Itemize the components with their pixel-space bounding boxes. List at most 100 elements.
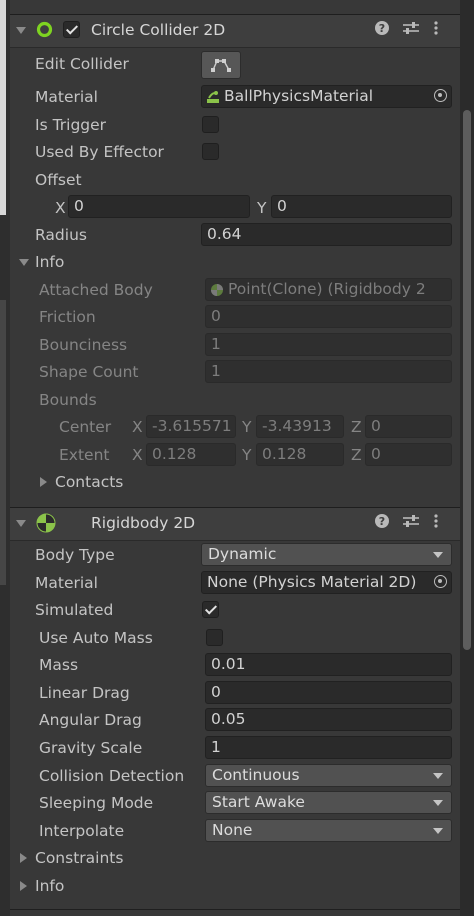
edit-collider-label: Edit Collider <box>35 55 129 73</box>
offset-label: Offset <box>35 171 82 189</box>
constraints-foldout-label[interactable]: Constraints <box>35 848 123 868</box>
extent-y-field: 0.128 <box>256 443 344 466</box>
center-y-field: -3.43913 <box>256 415 344 438</box>
physics-material-icon <box>207 91 219 103</box>
sleeping-mode-dropdown[interactable]: Start Awake <box>205 791 452 814</box>
bounds-label: Bounds <box>39 391 97 409</box>
edit-collider-button[interactable] <box>201 51 241 79</box>
circle-collider-header[interactable]: Circle Collider 2D ? <box>10 14 460 48</box>
center-y-label: Y <box>242 418 252 436</box>
angular-drag-label: Angular Drag <box>39 711 142 729</box>
dropdown-arrow-icon <box>433 800 443 806</box>
circle-collider-icon <box>36 21 53 38</box>
linear-drag-field[interactable]: 0 <box>205 681 452 704</box>
help-icon[interactable]: ? <box>374 513 390 534</box>
rigidbody-header[interactable]: Rigidbody 2D ? <box>10 507 460 541</box>
friction-label: Friction <box>39 308 96 326</box>
dropdown-arrow-icon <box>433 828 443 834</box>
radius-label: Radius <box>35 226 87 244</box>
dropdown-arrow-icon <box>433 552 443 558</box>
interpolate-value: None <box>212 821 253 839</box>
mass-field[interactable]: 0.01 <box>205 653 452 676</box>
extent-x-label: X <box>132 446 143 464</box>
offset-y-label: Y <box>257 199 267 217</box>
edit-collider-icon <box>211 59 231 72</box>
gravity-scale-field[interactable]: 1 <box>205 736 452 759</box>
collision-detection-value: Continuous <box>212 766 300 784</box>
simulated-checkbox[interactable] <box>202 601 219 618</box>
center-x-label: X <box>132 418 143 436</box>
preset-sliders-icon[interactable] <box>402 513 420 534</box>
object-picker-icon[interactable] <box>434 89 447 102</box>
is-trigger-label: Is Trigger <box>35 116 107 134</box>
info-foldout-arrow-icon[interactable] <box>19 259 29 266</box>
extent-label: Extent <box>59 446 110 464</box>
extent-y-label: Y <box>242 446 252 464</box>
object-picker-icon[interactable] <box>434 575 447 588</box>
is-trigger-checkbox[interactable] <box>202 116 219 133</box>
attached-body-label: Attached Body <box>39 281 153 299</box>
context-menu-icon[interactable] <box>433 20 439 41</box>
left-dock-edge-dark <box>0 300 6 585</box>
sleeping-mode-value: Start Awake <box>212 793 305 811</box>
context-menu-icon[interactable] <box>433 513 439 534</box>
component-enabled-checkbox[interactable] <box>63 21 80 38</box>
attached-body-field: Point(Clone) (Rigidbody 2 <box>205 278 452 301</box>
rb-info-foldout-arrow-icon[interactable] <box>20 881 27 891</box>
contacts-foldout-label[interactable]: Contacts <box>55 472 123 492</box>
sleeping-mode-label: Sleeping Mode <box>39 794 154 812</box>
mass-label: Mass <box>39 656 79 674</box>
component-title: Circle Collider 2D <box>91 21 226 39</box>
collapse-arrow-icon[interactable] <box>16 27 26 34</box>
svg-text:?: ? <box>379 22 385 35</box>
radius-field[interactable]: 0.64 <box>201 223 452 246</box>
center-z-label: Z <box>351 418 362 436</box>
used-by-effector-label: Used By Effector <box>35 143 164 161</box>
body-type-dropdown[interactable]: Dynamic <box>201 543 452 566</box>
extent-z-label: Z <box>351 446 362 464</box>
material-value: BallPhysicsMaterial <box>224 87 374 105</box>
component-title: Rigidbody 2D <box>91 514 196 532</box>
offset-x-label: X <box>55 199 66 217</box>
center-label: Center <box>59 418 112 436</box>
linear-drag-label: Linear Drag <box>39 684 130 702</box>
rb-material-value: None (Physics Material 2D) <box>207 573 417 591</box>
material-label: Material <box>35 88 98 106</box>
dropdown-arrow-icon <box>433 773 443 779</box>
offset-y-field[interactable]: 0 <box>271 195 452 218</box>
shape-count-field: 1 <box>205 360 452 383</box>
simulated-label: Simulated <box>35 601 114 619</box>
used-by-effector-checkbox[interactable] <box>202 143 219 160</box>
collision-detection-label: Collision Detection <box>39 767 185 785</box>
center-x-field: -3.615571 <box>146 415 236 438</box>
friction-field: 0 <box>205 305 452 328</box>
rb-info-foldout-label[interactable]: Info <box>35 876 64 896</box>
component-divider <box>10 909 460 910</box>
help-icon[interactable]: ? <box>374 20 390 41</box>
scrollbar-thumb[interactable] <box>463 110 471 650</box>
shape-count-label: Shape Count <box>39 363 139 381</box>
use-auto-mass-label: Use Auto Mass <box>39 629 153 647</box>
contacts-foldout-arrow-icon[interactable] <box>40 477 47 487</box>
attached-body-value: Point(Clone) (Rigidbody 2 <box>228 280 426 298</box>
interpolate-label: Interpolate <box>39 822 125 840</box>
angular-drag-field[interactable]: 0.05 <box>205 708 452 731</box>
constraints-foldout-arrow-icon[interactable] <box>20 853 27 863</box>
left-dock-edge-light <box>0 0 6 215</box>
info-foldout-label[interactable]: Info <box>35 252 64 272</box>
center-z-field: 0 <box>365 415 452 438</box>
vertical-scrollbar[interactable] <box>460 0 474 916</box>
collapse-arrow-icon[interactable] <box>16 520 26 527</box>
bounciness-label: Bounciness <box>39 336 128 354</box>
interpolate-dropdown[interactable]: None <box>205 819 452 842</box>
offset-x-field[interactable]: 0 <box>68 195 250 218</box>
rb-material-label: Material <box>35 574 98 592</box>
preset-sliders-icon[interactable] <box>402 20 420 41</box>
gravity-scale-label: Gravity Scale <box>39 739 143 757</box>
material-object-field[interactable]: BallPhysicsMaterial <box>201 85 452 108</box>
collision-detection-dropdown[interactable]: Continuous <box>205 764 452 787</box>
use-auto-mass-checkbox[interactable] <box>206 629 223 646</box>
body-type-label: Body Type <box>35 546 115 564</box>
rigidbody-2d-icon <box>36 513 56 533</box>
rb-material-object-field[interactable]: None (Physics Material 2D) <box>201 571 452 594</box>
